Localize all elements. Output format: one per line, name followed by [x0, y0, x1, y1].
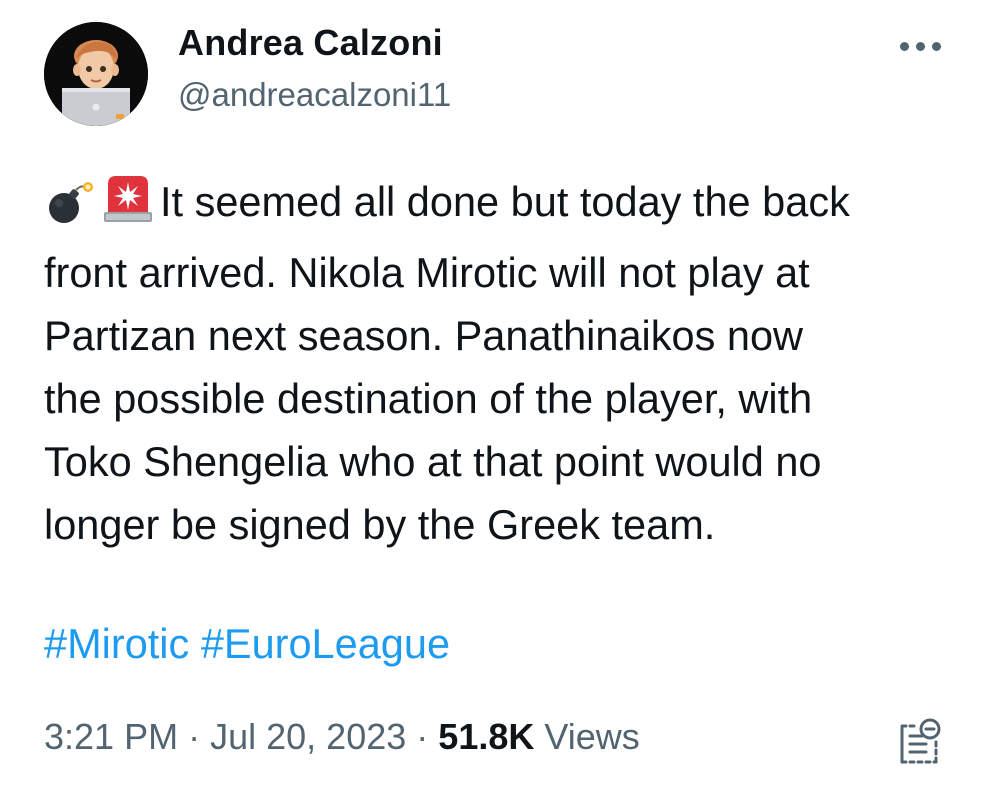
tweet-line: front arrived. Nikola Mirotic will not p…	[44, 249, 810, 296]
analytics-icon	[900, 718, 941, 764]
views-count: 51.8K	[438, 716, 535, 757]
author-handle[interactable]: @andreacalzoni11	[178, 76, 451, 114]
tweet-line: It seemed all done but today the back	[44, 170, 944, 241]
hashtags: #Mirotic #EuroLeague	[44, 612, 450, 675]
tweet-line: longer be signed by the Greek team.	[44, 501, 716, 548]
analytics-button[interactable]	[896, 716, 944, 768]
tweet-meta: 3:21 PM · Jul 20, 2023 · 51.8K Views	[44, 716, 640, 758]
tweet-text: It seemed all done but today the back fr…	[44, 170, 944, 556]
tweet-line: the possible destination of the player, …	[44, 375, 813, 422]
more-dots-icon	[916, 42, 925, 51]
more-dots-icon	[900, 42, 909, 51]
tweet-line: Partizan next season. Panathinaikos now	[44, 312, 803, 359]
views-label: Views	[544, 716, 640, 757]
bomb-emoji	[44, 178, 96, 241]
hashtag-link[interactable]: #Mirotic	[44, 620, 189, 667]
more-dots-icon	[932, 42, 941, 51]
tweet-line: Toko Shengelia who at that point would n…	[44, 438, 822, 485]
tweet-time[interactable]: 3:21 PM	[44, 716, 178, 757]
hashtag-link[interactable]: #EuroLeague	[201, 620, 450, 667]
meta-separator: ·	[416, 716, 429, 757]
avatar[interactable]	[44, 22, 148, 126]
tweet-date[interactable]: Jul 20, 2023	[210, 716, 406, 757]
police-light-emoji	[100, 172, 156, 241]
meta-separator: ·	[188, 716, 201, 757]
author-name[interactable]: Andrea Calzoni	[178, 22, 443, 64]
tweet-line-text: It seemed all done but today the back	[160, 178, 850, 225]
memoji-laptop-avatar-icon	[44, 22, 148, 126]
more-options-button[interactable]	[896, 34, 946, 58]
